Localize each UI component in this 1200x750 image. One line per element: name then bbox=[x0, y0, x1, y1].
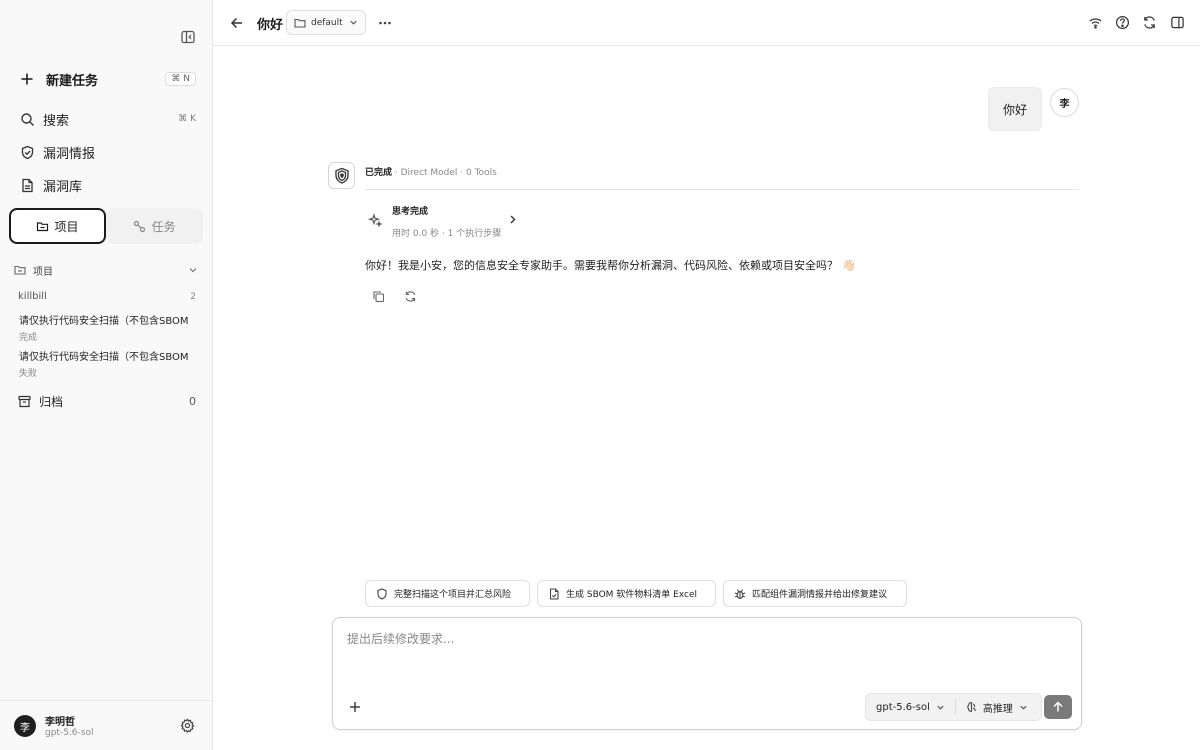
new-task-shortcut: ⌘ N bbox=[165, 72, 196, 86]
assistant-message-text: 你好！我是小安，您的信息安全专家助手。需要我帮你分析漏洞、代码风险、依赖或项目安… bbox=[365, 259, 838, 272]
sidebar-item-label: 漏洞库 bbox=[43, 179, 83, 195]
top-bar: 你好 default bbox=[213, 0, 1200, 46]
sidebar-item-vuln-intel[interactable]: 漏洞情报 bbox=[20, 141, 196, 163]
help-icon[interactable] bbox=[1115, 15, 1130, 30]
project-select[interactable]: default bbox=[286, 10, 366, 35]
assistant-message: 你好！我是小安，您的信息安全专家助手。需要我帮你分析漏洞、代码风险、依赖或项目安… bbox=[365, 257, 856, 273]
project-select-value: default bbox=[311, 17, 343, 28]
suggestion-label: 生成 SBOM 软件物料清单 Excel bbox=[566, 590, 698, 600]
user-message-bubble: 你好 bbox=[988, 87, 1042, 131]
avatar[interactable]: 李 bbox=[14, 715, 36, 737]
model-select-value: gpt-5.6-sol bbox=[876, 701, 930, 713]
sidebar-item-search[interactable]: 搜索 ⌘ K bbox=[20, 108, 196, 130]
avatar: 李 bbox=[1050, 88, 1079, 117]
document-icon bbox=[20, 178, 35, 193]
archive-label: 归档 bbox=[39, 394, 64, 409]
user-bar: 李 李明哲 gpt-5.6-sol bbox=[0, 700, 212, 750]
assistant-meta-detail: · Direct Model · 0 Tools bbox=[392, 168, 497, 178]
brain-icon bbox=[966, 701, 978, 713]
project-group-header[interactable]: 项目 bbox=[14, 263, 198, 278]
chevron-right-icon bbox=[507, 214, 518, 225]
reasoning-select[interactable]: 高推理 bbox=[956, 694, 1038, 720]
suggestion-label: 完整扫描这个项目并汇总风险 bbox=[394, 590, 512, 600]
chevron-down-icon bbox=[936, 703, 945, 712]
back-arrow-icon[interactable] bbox=[230, 16, 244, 30]
sidebar-collapse-icon[interactable] bbox=[180, 29, 196, 45]
bug-icon bbox=[734, 588, 746, 600]
model-select[interactable]: gpt-5.6-sol bbox=[866, 694, 955, 720]
plus-icon[interactable] bbox=[348, 700, 362, 714]
sidebar-tabs: 项目 任务 bbox=[9, 208, 203, 244]
user-name: 李明哲 bbox=[45, 717, 75, 728]
shield-icon bbox=[376, 587, 388, 600]
task-title: 请仅执行代码安全扫描（不包含SBOM bbox=[19, 352, 189, 363]
task-item[interactable]: 请仅执行代码安全扫描（不包含SBOM 失败 bbox=[19, 348, 195, 379]
task-status: 完成 bbox=[19, 333, 38, 343]
refresh-icon[interactable] bbox=[1142, 15, 1157, 30]
shield-check-icon bbox=[20, 145, 35, 160]
more-options-icon[interactable] bbox=[378, 16, 392, 30]
sparkle-icon bbox=[368, 213, 382, 227]
search-shortcut: ⌘ K bbox=[178, 114, 196, 124]
panel-toggle-icon[interactable] bbox=[1170, 15, 1185, 30]
shield-logo-icon bbox=[333, 167, 351, 185]
task-item[interactable]: 请仅执行代码安全扫描（不包含SBOM 完成 bbox=[19, 312, 195, 343]
task-title: 请仅执行代码安全扫描（不包含SBOM bbox=[19, 316, 189, 327]
sidebar-item-label: 漏洞情报 bbox=[43, 146, 96, 162]
archive-count: 0 bbox=[189, 394, 196, 408]
sidebar: 新建任务 ⌘ N 搜索 ⌘ K 漏洞情报 漏洞库 项目 任务 项目 killbi… bbox=[0, 0, 213, 750]
file-icon bbox=[548, 587, 560, 600]
archive-icon bbox=[18, 395, 31, 408]
tab-projects[interactable]: 项目 bbox=[9, 208, 106, 244]
folder-icon bbox=[36, 220, 49, 233]
assistant-status: 已完成 bbox=[365, 168, 393, 178]
project-count: 2 bbox=[190, 291, 196, 302]
page-title: 你好 bbox=[257, 18, 284, 33]
task-status: 失败 bbox=[19, 369, 38, 379]
copy-icon[interactable] bbox=[372, 290, 385, 303]
tab-label: 项目 bbox=[54, 219, 79, 234]
gear-icon[interactable] bbox=[180, 718, 195, 733]
regenerate-icon[interactable] bbox=[404, 290, 417, 303]
suggestion-match-vulns[interactable]: 匹配组件漏洞情报并给出修复建议 bbox=[723, 580, 907, 607]
group-label: 项目 bbox=[33, 266, 53, 278]
project-item-killbill[interactable]: killbill 2 bbox=[18, 291, 196, 302]
send-button[interactable] bbox=[1044, 695, 1072, 719]
tab-label: 任务 bbox=[151, 219, 176, 234]
thinking-title: 思考完成 bbox=[392, 207, 429, 217]
folder-icon bbox=[14, 264, 26, 276]
divider bbox=[365, 189, 1079, 190]
prompt-input[interactable] bbox=[347, 630, 1067, 680]
chevron-down-icon bbox=[349, 18, 358, 27]
folder-icon bbox=[294, 17, 306, 29]
search-icon bbox=[20, 112, 35, 127]
composer: gpt-5.6-sol 高推理 bbox=[332, 617, 1082, 730]
nodes-icon bbox=[133, 220, 146, 233]
sidebar-item-vuln-db[interactable]: 漏洞库 bbox=[20, 174, 196, 196]
assistant-avatar bbox=[328, 162, 355, 189]
arrow-up-icon bbox=[1052, 701, 1064, 713]
tab-tasks[interactable]: 任务 bbox=[106, 208, 203, 244]
thinking-subtitle: 用时 0.0 秒 · 1 个执行步骤 bbox=[392, 229, 502, 239]
sidebar-item-archive[interactable]: 归档 0 bbox=[18, 392, 196, 410]
reasoning-select-value: 高推理 bbox=[982, 703, 1013, 715]
suggestion-sbom[interactable]: 生成 SBOM 软件物料清单 Excel bbox=[537, 580, 716, 607]
suggestion-label: 匹配组件漏洞情报并给出修复建议 bbox=[752, 590, 888, 600]
user-model: gpt-5.6-sol bbox=[45, 728, 94, 738]
assistant-meta: 已完成 · Direct Model · 0 Tools bbox=[365, 165, 497, 178]
new-task-button[interactable]: 新建任务 ⌘ N bbox=[20, 68, 196, 90]
project-name: killbill bbox=[18, 291, 47, 302]
chevron-down-icon bbox=[188, 265, 198, 275]
wave-emoji: 👋🏻 bbox=[842, 259, 856, 272]
suggestion-full-scan[interactable]: 完整扫描这个项目并汇总风险 bbox=[365, 580, 530, 607]
new-task-label: 新建任务 bbox=[46, 73, 99, 89]
thinking-summary[interactable]: 思考完成 用时 0.0 秒 · 1 个执行步骤 bbox=[365, 200, 525, 242]
chevron-down-icon bbox=[1019, 703, 1028, 712]
wifi-icon[interactable] bbox=[1088, 15, 1103, 30]
model-controls: gpt-5.6-sol 高推理 bbox=[865, 693, 1042, 721]
plus-icon bbox=[20, 72, 34, 86]
sidebar-item-label: 搜索 bbox=[43, 113, 70, 129]
